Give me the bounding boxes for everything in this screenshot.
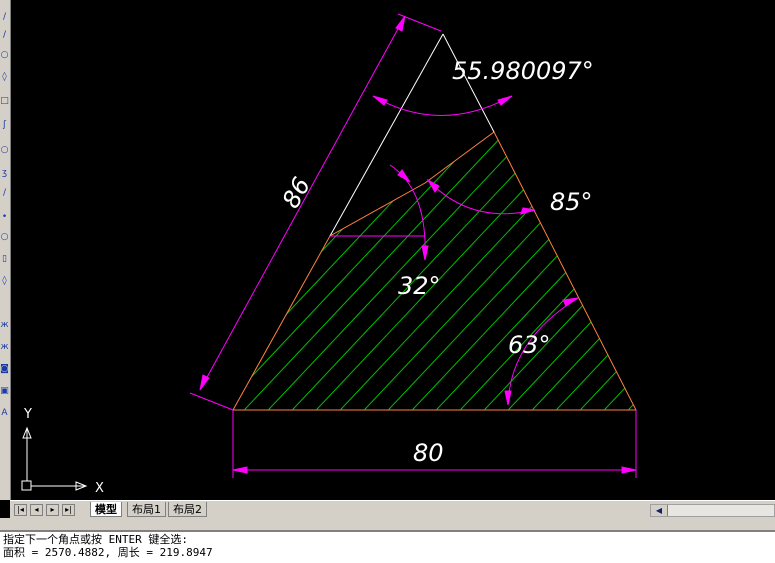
ucs-icon	[21, 426, 88, 491]
first-tab-button[interactable]: |◂	[14, 504, 27, 516]
line-tool-icon[interactable]: /	[0, 12, 9, 23]
xline-tool-icon[interactable]: /	[0, 30, 9, 41]
hatch-line	[10, 100, 200, 440]
hatch-line	[383, 132, 636, 410]
hatch-line	[287, 132, 609, 410]
hatch-line	[599, 132, 636, 410]
dimension-side	[189, 13, 442, 411]
last-tab-button[interactable]: ▸|	[62, 504, 75, 516]
hatch-line	[768, 100, 775, 440]
hatch-line	[233, 132, 345, 410]
hatch-line	[233, 132, 393, 410]
command-result-text: 面积 = 2570.4882, 周长 = 219.8947	[3, 546, 213, 559]
table-tool-icon[interactable]: ▣	[0, 386, 9, 397]
hatch-pattern	[10, 100, 775, 440]
hatch-line	[233, 132, 369, 410]
angle-bottom-right-label: 63°	[508, 331, 551, 359]
command-line[interactable]: 指定下一个角点或按 ENTER 键全选: 面积 = 2570.4882, 周长 …	[0, 530, 775, 563]
prev-tab-button[interactable]: ◂	[30, 504, 43, 516]
horizontal-scrollbar[interactable]: ◀	[650, 504, 775, 517]
hatch-line	[359, 132, 636, 410]
layout-tab-bar: |◂ ◂ ▸ ▸| 模型 布局1 布局2 ◀	[10, 500, 775, 519]
hatch-line	[623, 132, 636, 410]
hatch-line	[672, 100, 775, 440]
polygon-tool-icon[interactable]: ◊	[0, 72, 9, 83]
hatch-line	[648, 100, 775, 440]
hatch-line	[233, 132, 249, 410]
hatch-line	[10, 100, 224, 440]
hatch-line	[431, 132, 636, 410]
point-tool-icon[interactable]: ж	[0, 320, 9, 331]
hatch-line	[233, 132, 465, 410]
hatch-line	[335, 132, 636, 410]
hatch-line	[233, 132, 441, 410]
command-prompt-text: 指定下一个角点或按 ENTER 键全选:	[3, 533, 188, 546]
angle-top-label: 55.980097°	[452, 57, 594, 85]
spline-tool-icon[interactable]: /	[0, 188, 9, 199]
circle-tool-icon[interactable]: ○	[0, 145, 9, 156]
hatch-line	[311, 132, 633, 410]
ellipse-arc-tool-icon[interactable]: ○	[0, 232, 9, 243]
ucs-y-label: Y	[23, 407, 32, 422]
tab-model[interactable]: 模型	[90, 502, 122, 517]
hatch-line	[551, 132, 636, 410]
hatch-line	[263, 132, 585, 410]
hatch-line	[720, 100, 775, 440]
hatch-line	[233, 132, 321, 410]
hatch-tool-icon[interactable]: ж	[0, 342, 9, 353]
rectangle-tool-icon[interactable]: □	[0, 96, 9, 107]
hatch-line	[696, 100, 775, 440]
tab-layout2[interactable]: 布局2	[168, 502, 207, 517]
hatch-line	[233, 132, 513, 410]
angle-inner-label: 32°	[398, 272, 441, 300]
hatch-line	[233, 132, 537, 410]
next-tab-button[interactable]: ▸	[46, 504, 59, 516]
polyline-tool-icon[interactable]: ○	[0, 50, 9, 61]
arc-tool-icon[interactable]: ʃ	[0, 120, 9, 131]
drawing-canvas[interactable]: 55.980097° 85° 32° 63° 80 86 Y X	[10, 0, 775, 500]
region-tool-icon[interactable]: ◙	[0, 364, 9, 375]
angle-right-label: 85°	[550, 188, 593, 216]
tab-layout1[interactable]: 布局1	[127, 502, 166, 517]
ucs-x-label: X	[95, 481, 104, 496]
hatch-line	[233, 132, 297, 410]
hatch-line	[744, 100, 775, 440]
hatch-line	[233, 132, 489, 410]
revcloud-tool-icon[interactable]: ʒ	[0, 168, 9, 179]
hatch-line	[479, 132, 636, 410]
hatch-line	[233, 132, 273, 410]
hatch-line	[407, 132, 636, 410]
hatch-line	[575, 132, 636, 410]
hatch-line	[233, 132, 417, 410]
ellipse-tool-icon[interactable]: •	[0, 212, 9, 223]
make-block-icon[interactable]: ◊	[0, 276, 9, 287]
insert-block-icon[interactable]: ▯	[0, 254, 9, 265]
scroll-left-arrow-icon[interactable]: ◀	[651, 505, 668, 516]
status-divider	[0, 518, 775, 530]
mtext-tool-icon[interactable]: A	[0, 408, 9, 419]
hatch-line	[239, 132, 561, 410]
base-dimension-label: 80	[413, 439, 444, 467]
side-dimension-label: 86	[277, 173, 316, 213]
